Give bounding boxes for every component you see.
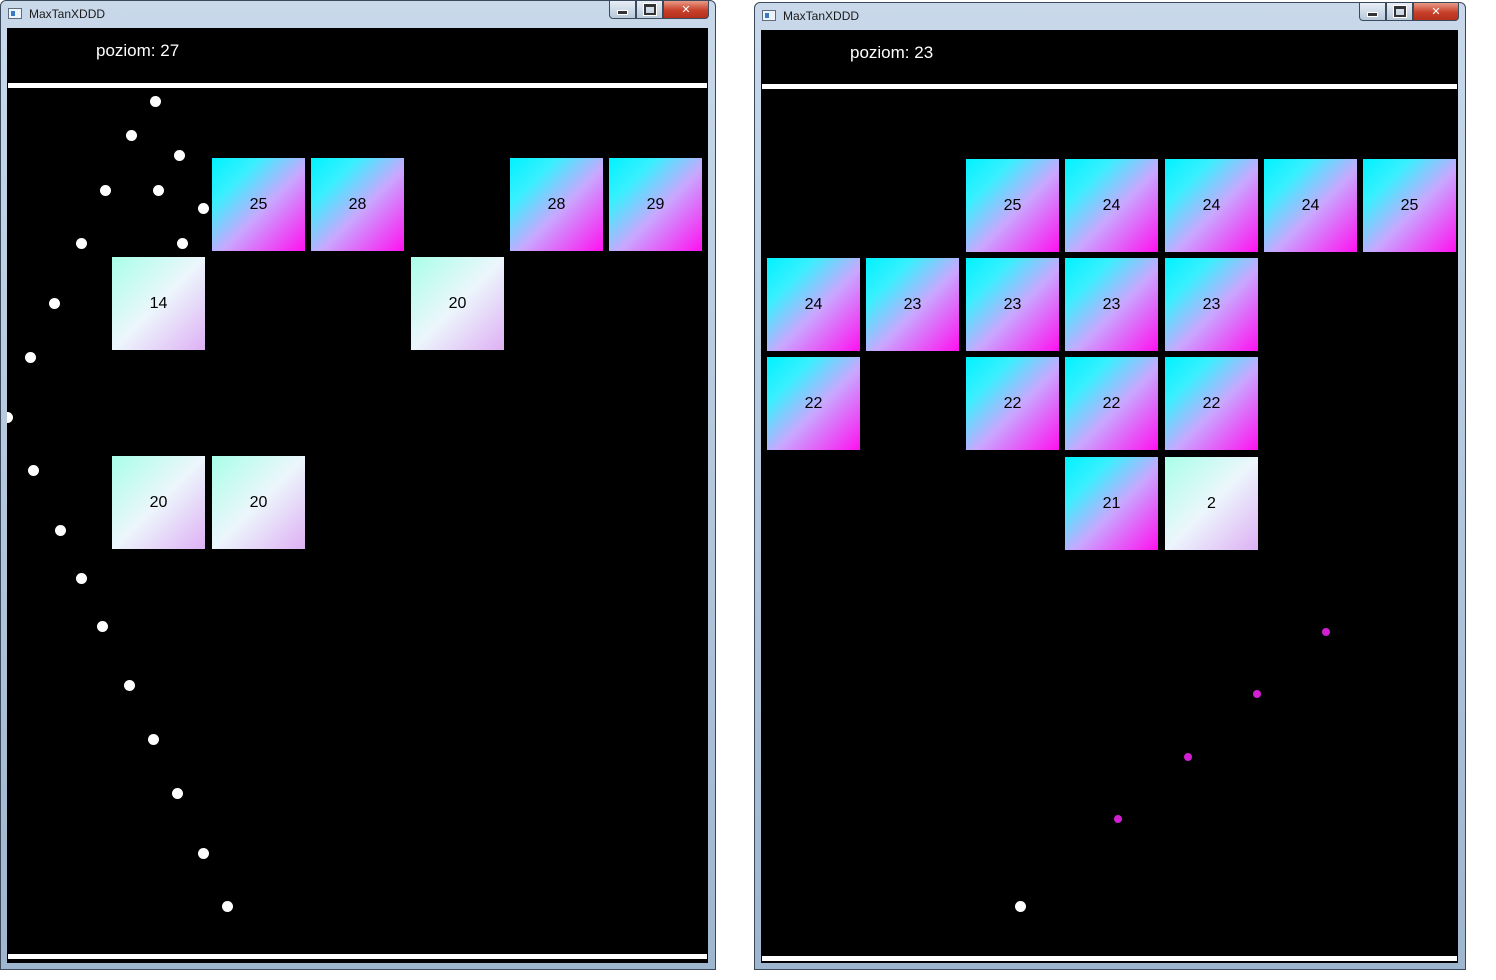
brick: 20: [411, 257, 504, 350]
brick: 22: [1165, 357, 1258, 450]
brick: 24: [1165, 159, 1258, 252]
ball: [148, 734, 159, 745]
brick: 23: [1165, 258, 1258, 351]
app-icon: [762, 10, 776, 21]
game-canvas[interactable]: poziom: 27 25 28 28 29 14 20 20 20: [7, 28, 708, 963]
brick: 2: [1165, 457, 1258, 550]
aim-dot: [1253, 690, 1261, 698]
close-button[interactable]: ✕: [1413, 3, 1459, 21]
minimize-icon: [617, 10, 628, 15]
bottom-boundary-line: [762, 956, 1457, 961]
ball: [76, 238, 87, 249]
game-canvas[interactable]: poziom: 23 25 24 24 24 25 24 23 23 23 23…: [761, 30, 1458, 963]
ball: [198, 203, 209, 214]
ball: [126, 130, 137, 141]
brick: 25: [966, 159, 1059, 252]
minimize-icon: [1367, 12, 1378, 17]
brick: 28: [311, 158, 404, 251]
brick: 23: [1065, 258, 1158, 351]
brick: 22: [966, 357, 1059, 450]
brick: 14: [112, 257, 205, 350]
close-icon: ✕: [681, 4, 691, 16]
window-title: MaxTanXDDD: [29, 7, 106, 21]
ball: [198, 848, 209, 859]
maximize-icon: [642, 3, 657, 16]
brick: 23: [866, 258, 959, 351]
ball: [7, 412, 13, 423]
title-bar[interactable]: MaxTanXDDD ✕: [755, 3, 1465, 29]
ball: [49, 298, 60, 309]
minimize-button[interactable]: [1359, 3, 1386, 21]
maximize-button[interactable]: [636, 1, 663, 19]
game-window-right: MaxTanXDDD ✕ poziom: 23 25 24 24 24 25 2…: [754, 2, 1466, 970]
caption-buttons: ✕: [1359, 3, 1459, 22]
title-bar[interactable]: MaxTanXDDD ✕: [1, 1, 715, 27]
ball: [97, 621, 108, 632]
close-button[interactable]: ✕: [663, 1, 709, 19]
ball: [222, 901, 233, 912]
bottom-boundary-line: [8, 954, 707, 959]
brick: 28: [510, 158, 603, 251]
aim-dot: [1114, 815, 1122, 823]
brick: 21: [1065, 457, 1158, 550]
maximize-icon: [1392, 5, 1407, 18]
aim-dot: [1322, 628, 1330, 636]
ball: [172, 788, 183, 799]
ball: [76, 573, 87, 584]
ball: [28, 465, 39, 476]
ball: [153, 185, 164, 196]
brick: 24: [1065, 159, 1158, 252]
ball: [174, 150, 185, 161]
minimize-button[interactable]: [609, 1, 636, 19]
brick: 24: [1264, 159, 1357, 252]
brick: 22: [1065, 357, 1158, 450]
ball: [100, 185, 111, 196]
top-boundary-line: [8, 83, 707, 88]
brick: 29: [609, 158, 702, 251]
brick: 20: [212, 456, 305, 549]
app-icon: [8, 8, 22, 19]
brick: 20: [112, 456, 205, 549]
game-window-left: MaxTanXDDD ✕ poziom: 27 25 28 28 29 14 2…: [0, 0, 716, 970]
aim-dot: [1184, 753, 1192, 761]
brick: 24: [767, 258, 860, 351]
window-title: MaxTanXDDD: [783, 9, 860, 23]
caption-buttons: ✕: [609, 1, 709, 20]
level-label: poziom: 27: [96, 41, 180, 60]
ball: [25, 352, 36, 363]
top-boundary-line: [762, 84, 1457, 89]
close-icon: ✕: [1431, 6, 1441, 18]
ball: [150, 96, 161, 107]
level-label: poziom: 23: [850, 43, 934, 62]
brick: 25: [212, 158, 305, 251]
ball: [177, 238, 188, 249]
ball: [1015, 901, 1026, 912]
ball: [124, 680, 135, 691]
brick: 23: [966, 258, 1059, 351]
ball: [55, 525, 66, 536]
brick: 22: [767, 357, 860, 450]
maximize-button[interactable]: [1386, 3, 1413, 21]
brick: 25: [1363, 159, 1456, 252]
